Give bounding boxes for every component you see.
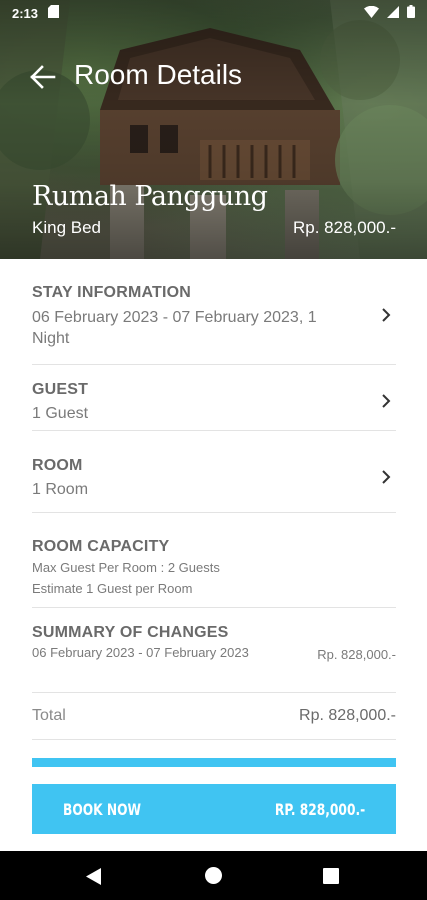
room-capacity-row: ROOM CAPACITY Max Guest Per Room : 2 Gue… [32,513,396,608]
guest-row[interactable]: GUEST 1 Guest [32,365,396,431]
navigation-bar [0,851,427,900]
room-price: Rp. 828,000.- [292,218,396,237]
estimate-guest-text: Estimate 1 Guest per Room [32,581,193,596]
stay-information-row[interactable]: STAY INFORMATION 06 February 2023 - 07 F… [32,259,396,365]
summary-heading: SUMMARY OF CHANGES [32,624,229,641]
battery-icon [407,5,415,21]
nav-recents-icon[interactable] [323,868,339,884]
guest-value: 1 Guest [32,405,89,422]
stay-information-value: 06 February 2023 - 07 February 2023, 1 N… [32,309,317,347]
status-time: 2:13 [12,5,39,21]
chevron-right-icon [382,394,391,408]
room-value: 1 Room [32,481,89,498]
nav-home-icon[interactable] [205,867,222,884]
guest-heading: GUEST [32,381,89,398]
summary-row: SUMMARY OF CHANGES 06 February 2023 - 07… [32,608,396,693]
page-title: Room Details [74,59,243,90]
chevron-right-icon [382,308,391,322]
accent-divider [32,758,396,767]
max-guest-text: Max Guest Per Room : 2 Guests [32,560,220,575]
book-now-label: BOOK NOW [63,799,142,819]
total-label: Total [32,707,66,724]
signal-icon [387,5,399,21]
book-now-price: RP. 828,000.- [274,799,365,819]
wifi-icon [364,5,379,21]
room-capacity-heading: ROOM CAPACITY [32,538,170,555]
back-arrow-icon [30,65,56,89]
chevron-right-icon [382,470,391,484]
room-name: Rumah Panggung [32,181,268,212]
back-button[interactable] [28,62,58,92]
book-now-button[interactable]: BOOK NOW RP. 828,000.- [32,784,396,834]
details-list: STAY INFORMATION 06 February 2023 - 07 F… [32,259,396,740]
room-heading: ROOM [32,457,83,474]
total-value: Rp. 828,000.- [299,707,396,724]
status-bar: 2:13 [0,0,427,26]
summary-price: Rp. 828,000.- [317,647,396,662]
total-row: Total Rp. 828,000.- [32,693,396,740]
nav-back-icon[interactable] [86,868,102,885]
stay-information-heading: STAY INFORMATION [32,284,192,301]
sd-card-icon [48,5,60,21]
room-row[interactable]: ROOM 1 Room [32,431,396,513]
bed-type: King Bed [32,218,101,237]
summary-dates: 06 February 2023 - 07 February 2023 [32,645,249,660]
